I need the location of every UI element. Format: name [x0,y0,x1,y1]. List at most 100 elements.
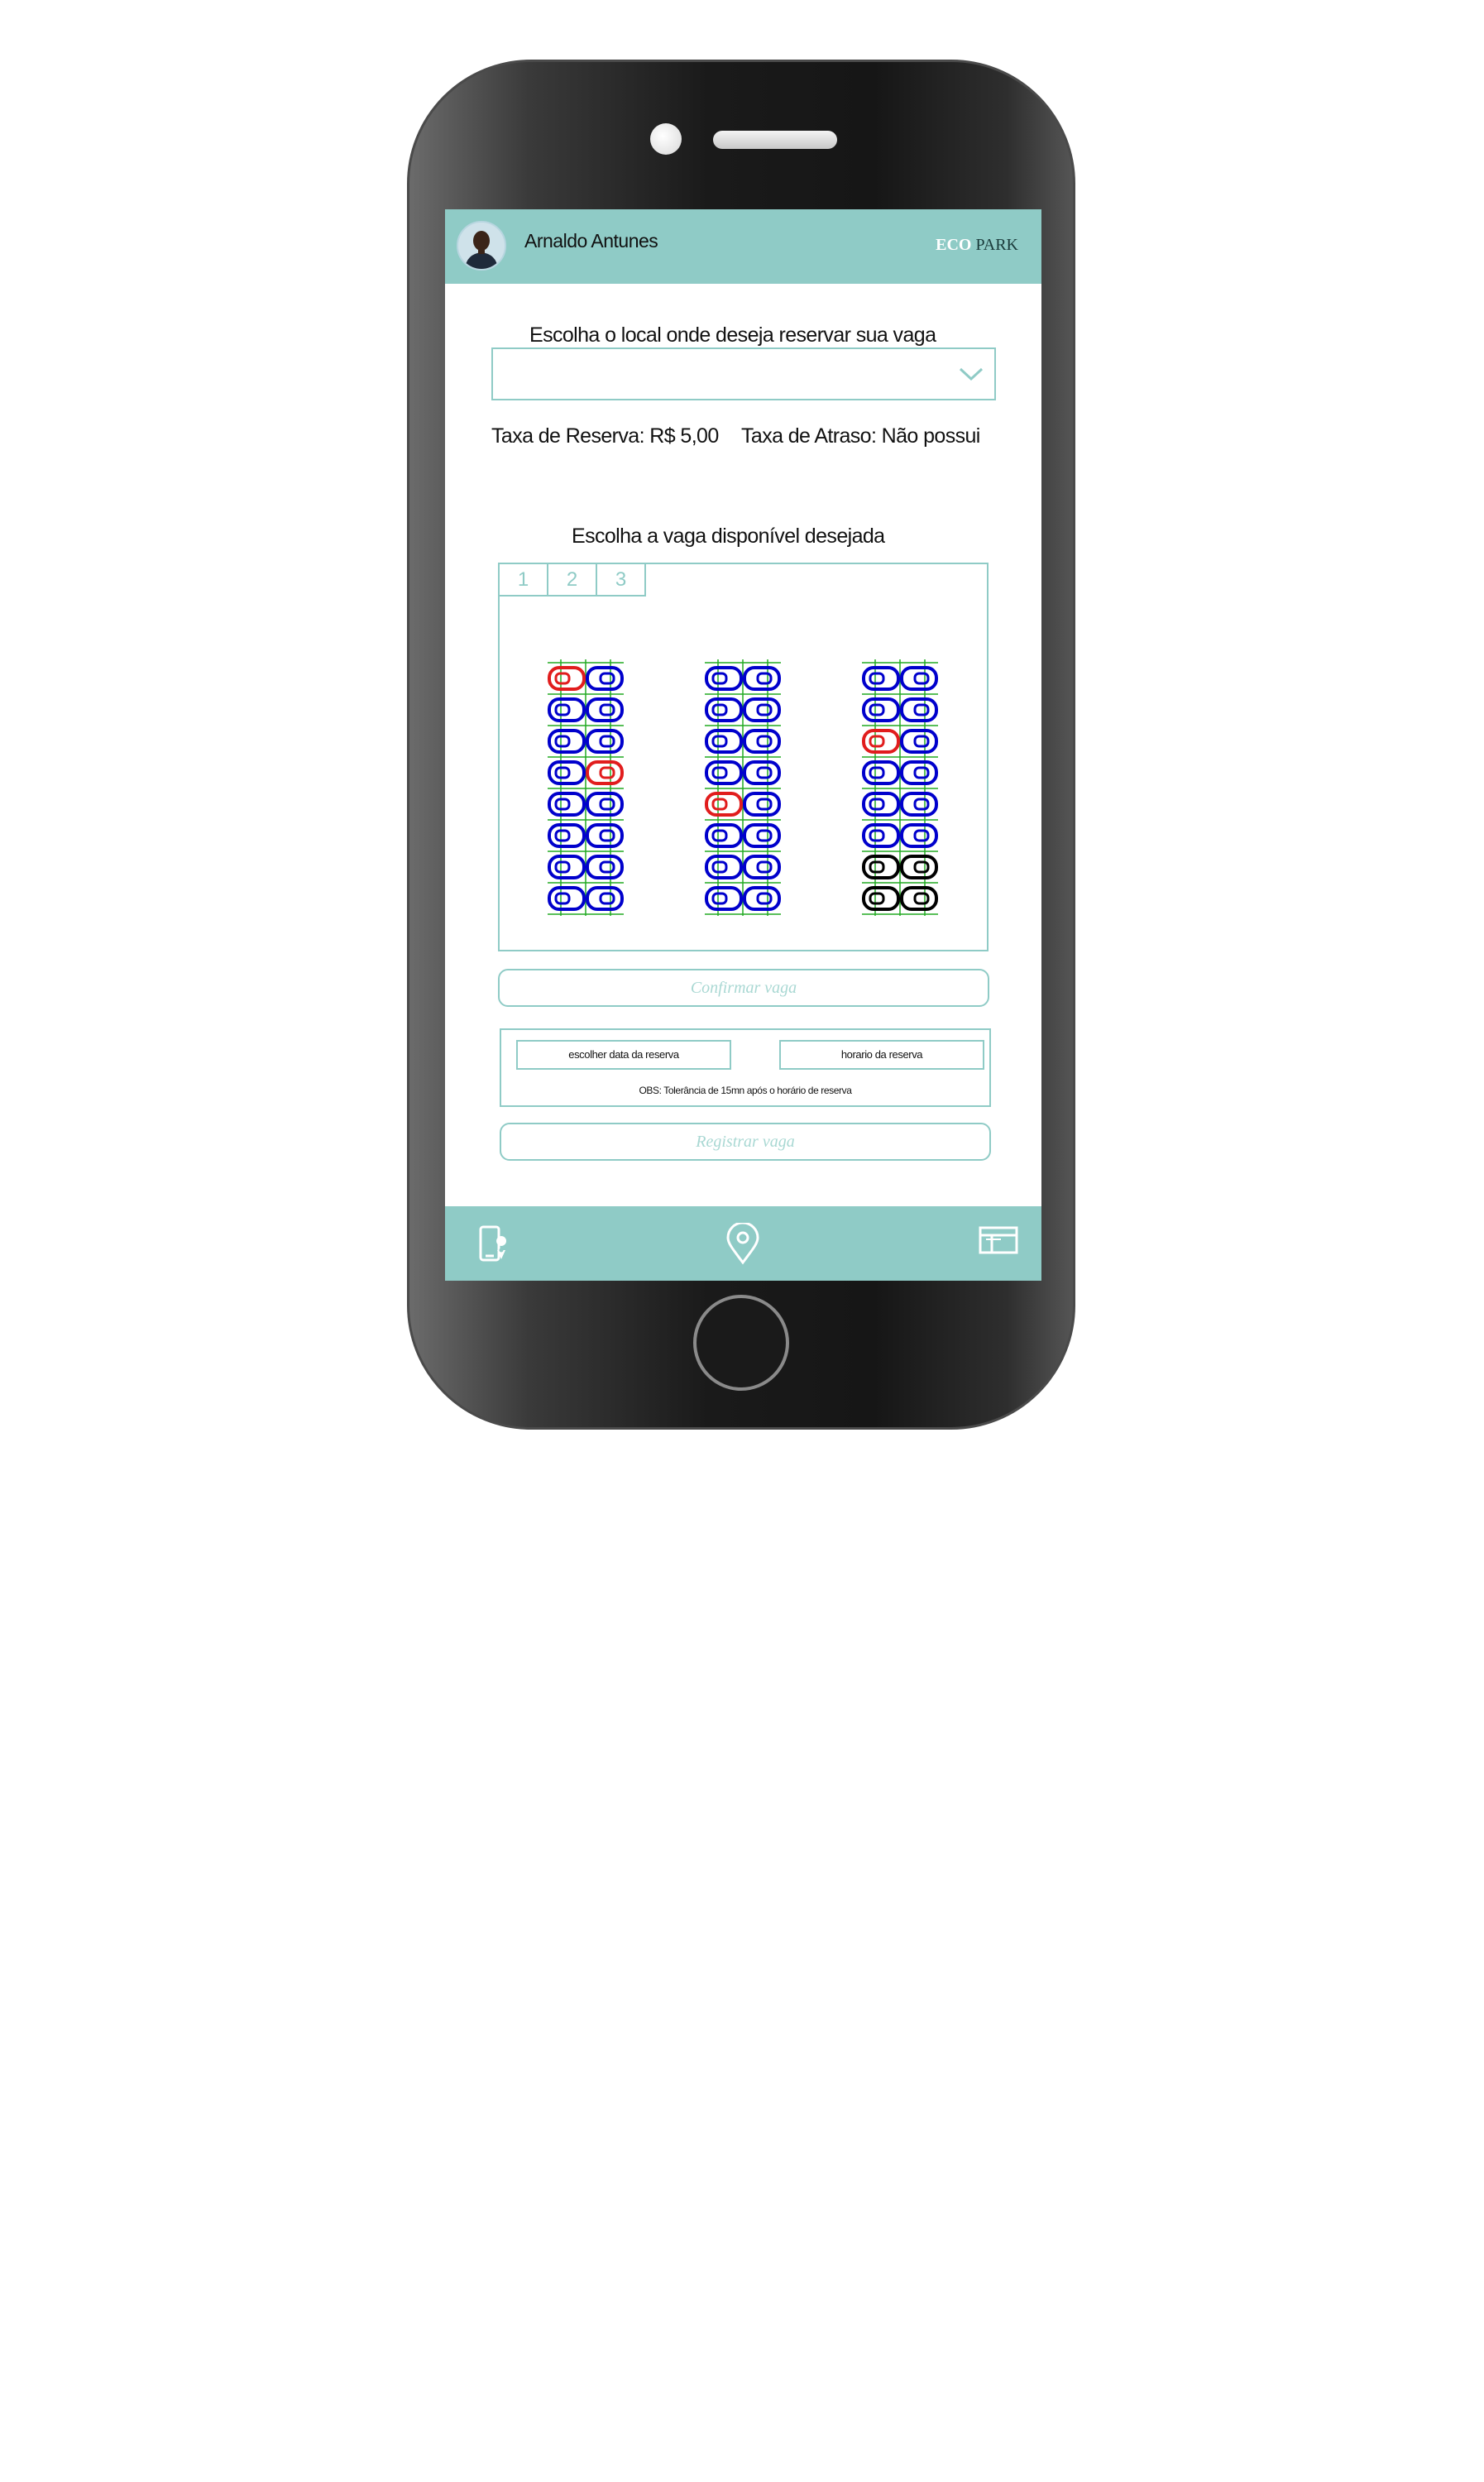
tab-lot-2[interactable]: 2 [548,564,597,597]
car-body [586,760,624,785]
parking-spot-available[interactable] [586,823,624,848]
ticket-card-icon[interactable] [978,1224,1019,1258]
car-window [599,735,615,748]
car-body [705,792,743,817]
parking-spot-available[interactable] [862,666,900,691]
home-button[interactable] [693,1295,789,1391]
front-camera [650,123,682,155]
tab-lot-3[interactable]: 3 [597,564,646,597]
reserve-fee: Taxa de Reserva: R$ 5,00 [491,424,719,448]
car-window [711,735,728,748]
parking-spot-available[interactable] [586,792,624,817]
car-window [599,860,615,874]
parking-spot-available[interactable] [743,666,781,691]
parking-spot-available[interactable] [705,697,743,722]
car-window [869,798,885,811]
car-window [711,766,728,779]
map-pin-icon[interactable] [725,1223,761,1266]
parking-spot-available[interactable] [900,823,938,848]
car-body [743,666,781,691]
car-body [900,729,938,754]
parking-spot-available[interactable] [900,792,938,817]
car-window [913,672,930,685]
parking-spot-available[interactable] [586,886,624,911]
car-body [586,886,624,911]
confirm-spot-button[interactable]: Confirmar vaga [498,969,989,1007]
car-window [711,892,728,905]
parking-spot-available[interactable] [548,697,586,722]
parking-spot-available[interactable] [548,855,586,879]
car-window [756,798,773,811]
parking-spot-available[interactable] [743,823,781,848]
car-window [869,735,885,748]
parking-spot-available[interactable] [743,855,781,879]
parking-spot-available[interactable] [705,886,743,911]
parking-spot-available[interactable] [705,666,743,691]
car-body [862,855,900,879]
parking-spot-available[interactable] [743,729,781,754]
parking-spot-available[interactable] [743,760,781,785]
parking-spot-available[interactable] [862,760,900,785]
car-body [548,697,586,722]
parking-spot-available[interactable] [586,855,624,879]
app-screen: Arnaldo Antunes ECO PARK Escolha o local… [445,209,1041,1281]
parking-spot-available[interactable] [862,792,900,817]
parking-spot-available[interactable] [743,886,781,911]
parking-spot-available[interactable] [705,729,743,754]
parking-spot-available[interactable] [743,792,781,817]
parking-spot-available[interactable] [548,760,586,785]
parking-spot-available[interactable] [900,729,938,754]
brand-logo: ECO PARK [936,236,1018,255]
car-body [548,823,586,848]
parking-spot-available[interactable] [586,729,624,754]
register-spot-button[interactable]: Registrar vaga [500,1123,991,1161]
car-body [548,666,586,691]
parking-spot-available[interactable] [705,855,743,879]
phone-location-icon[interactable] [478,1224,510,1264]
parking-spot-available[interactable] [548,823,586,848]
car-window [756,860,773,874]
location-select[interactable] [491,347,996,400]
parking-spot-available[interactable] [900,697,938,722]
parking-spot-available[interactable] [548,792,586,817]
parking-spot-available[interactable] [705,760,743,785]
parking-spot-available[interactable] [586,697,624,722]
car-window [711,798,728,811]
car-body [705,666,743,691]
parking-spot-available[interactable] [900,760,938,785]
car-body [743,886,781,911]
car-window [711,829,728,842]
bottom-nav [445,1206,1041,1281]
car-body [548,886,586,911]
car-window [756,703,773,716]
car-window [599,798,615,811]
parking-spot-occupied [862,729,900,754]
parking-spot-available[interactable] [900,666,938,691]
parking-spot-available[interactable] [743,697,781,722]
car-window [554,735,571,748]
reservation-time-field[interactable]: horario da reserva [779,1040,984,1070]
avatar[interactable] [457,221,506,271]
parking-spot-available[interactable] [862,823,900,848]
car-window [554,766,571,779]
car-body [548,729,586,754]
user-name: Arnaldo Antunes [524,230,658,252]
parking-spot-occupied [705,792,743,817]
car-body [862,760,900,785]
car-window [913,892,930,905]
car-body [586,855,624,879]
car-body [900,792,938,817]
car-window [599,766,615,779]
car-body [586,729,624,754]
parking-spot-available[interactable] [586,666,624,691]
reservation-date-field[interactable]: escolher data da reserva [516,1040,731,1070]
tab-lot-1[interactable]: 1 [500,564,548,597]
parking-spot-available[interactable] [705,823,743,848]
car-window [869,766,885,779]
car-body [743,729,781,754]
parking-spot-available[interactable] [862,697,900,722]
lot-tabs: 1 2 3 [500,564,646,597]
parking-spot-available[interactable] [548,729,586,754]
parking-spot-available[interactable] [548,886,586,911]
car-body [743,855,781,879]
